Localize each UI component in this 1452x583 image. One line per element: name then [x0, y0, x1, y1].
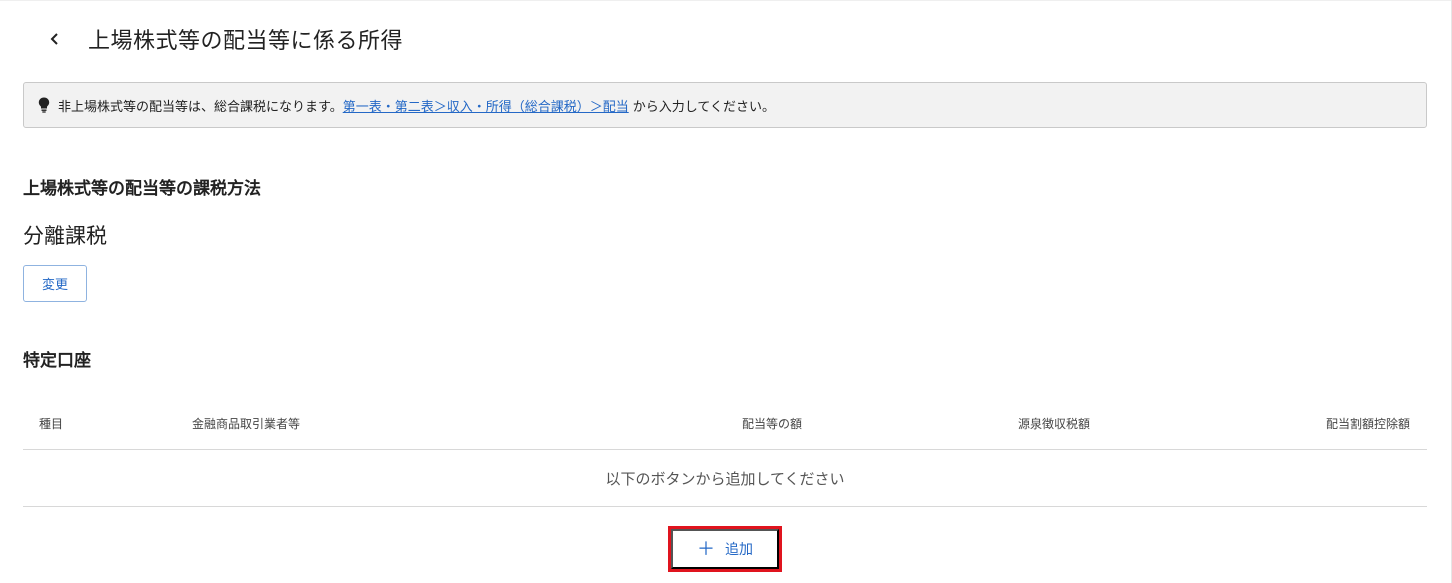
notice-text: 非上場株式等の配当等は、総合課税になります。 [58, 99, 343, 115]
add-button-label: 追加 [725, 541, 753, 557]
change-button[interactable]: 変更 [23, 265, 87, 302]
info-notice: 非上場株式等の配当等は、総合課税になります。 第一表・第二表＞収入・所得（総合課… [23, 82, 1427, 128]
column-header-type: 種目 [39, 417, 64, 431]
column-header-broker: 金融商品取引業者等 [192, 417, 301, 431]
add-button[interactable]: ＋ 追加 [671, 529, 779, 569]
back-button[interactable] [40, 24, 70, 54]
top-divider [0, 0, 1452, 1]
column-header-dividend-amount: 配当等の額 [741, 417, 802, 431]
specific-account-heading: 特定口座 [23, 351, 91, 371]
page-header: 上場株式等の配当等に係る所得 [40, 20, 403, 58]
plus-icon: ＋ [697, 539, 715, 559]
taxation-method-value: 分離課税 [23, 224, 107, 248]
specific-account-table: 種目 金融商品取引業者等 配当等の額 源泉徴収税額 配当割額控除額 以下のボタン… [23, 395, 1427, 507]
notice-text-after: から入力してください。 [632, 99, 775, 115]
column-header-dividend-deduction: 配当割額控除額 [1325, 417, 1410, 431]
chevron-left-icon [50, 33, 58, 45]
page-title: 上場株式等の配当等に係る所得 [88, 29, 404, 54]
taxation-method-heading: 上場株式等の配当等の課税方法 [23, 179, 261, 199]
column-header-withholding-tax: 源泉徴収税額 [1017, 417, 1090, 431]
empty-message: 以下のボタンから追加してください [23, 450, 1427, 507]
table-header: 種目 金融商品取引業者等 配当等の額 源泉徴収税額 配当割額控除額 [23, 395, 1427, 450]
notice-link[interactable]: 第一表・第二表＞収入・所得（総合課税）＞配当 [343, 96, 629, 115]
lightbulb-icon [38, 97, 50, 113]
